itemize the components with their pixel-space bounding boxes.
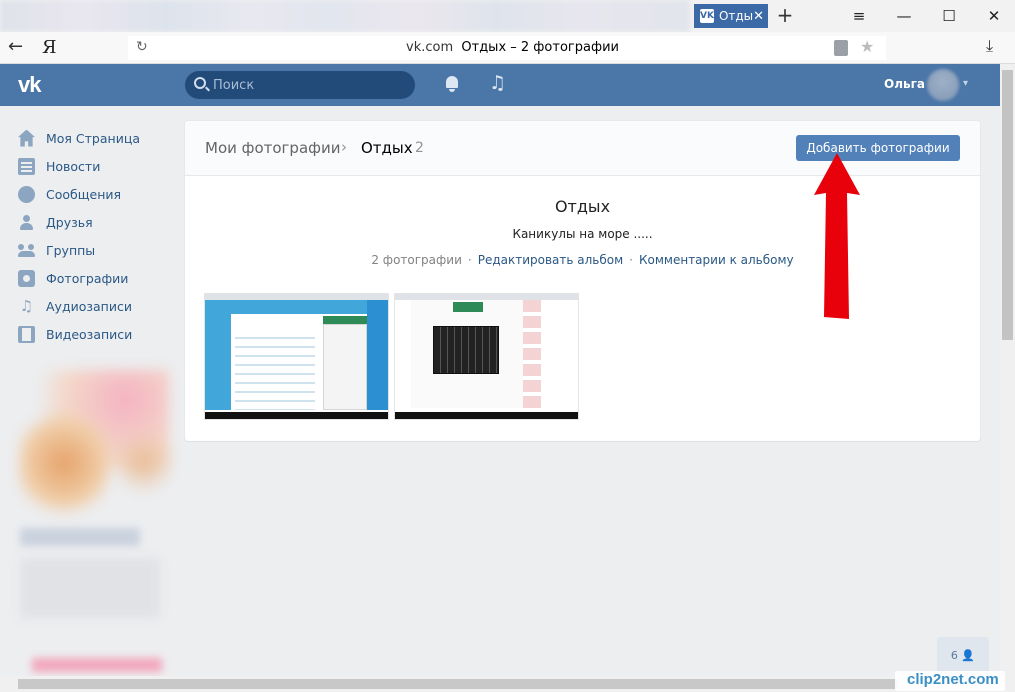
back-arrow-icon[interactable]: ← xyxy=(8,36,23,57)
meta-separator: · xyxy=(629,253,633,267)
search-box[interactable] xyxy=(185,71,415,99)
thumb-keyboard-image xyxy=(433,326,499,374)
sidebar-item-label: Фотографии xyxy=(46,270,129,286)
online-friends-badge[interactable]: 6 👤 xyxy=(937,637,989,673)
blurred-tabs xyxy=(0,0,690,32)
download-icon[interactable]: ⤓ xyxy=(986,36,993,56)
new-tab-button[interactable]: + xyxy=(774,2,796,28)
thumb-logo xyxy=(453,302,483,312)
bell-icon[interactable] xyxy=(444,76,460,92)
sidebar-item-friends[interactable]: Друзья xyxy=(18,208,168,236)
red-arrow-annotation xyxy=(814,153,860,319)
avatar[interactable] xyxy=(927,69,959,101)
address-field[interactable]: ↻ vk.com Отдых – 2 фотографии ★ xyxy=(128,36,886,60)
page-url[interactable]: vk.com Отдых – 2 фотографии xyxy=(406,40,619,55)
messages-icon xyxy=(18,185,35,203)
sidebar-item-label: Друзья xyxy=(46,214,93,230)
photo-thumbnail-2[interactable] xyxy=(394,293,579,420)
sidebar-item-messages[interactable]: Сообщения xyxy=(18,180,168,208)
url-title: Отдых – 2 фотографии xyxy=(461,40,619,55)
sidebar-item-my-page[interactable]: Моя Страница xyxy=(18,124,168,152)
vk-tab-icon: VK xyxy=(700,9,714,23)
lock-icon[interactable] xyxy=(834,40,848,56)
music-icon[interactable]: ♫ xyxy=(489,72,506,94)
edit-album-link[interactable]: Редактировать альбом xyxy=(478,253,623,267)
thumb-side-column xyxy=(323,324,367,410)
breadcrumb-separator: › xyxy=(341,138,347,156)
browser-menu-icon[interactable]: ≡ xyxy=(845,4,873,28)
sidebar-item-label: Аудиозаписи xyxy=(46,298,132,314)
search-input[interactable] xyxy=(213,77,403,93)
home-icon xyxy=(18,129,35,147)
browser-tabstrip: VK Отды ✕ + ≡ — ☐ ✕ xyxy=(0,0,1015,32)
sidebar-item-video[interactable]: Видеозаписи xyxy=(18,320,168,348)
chevron-down-icon[interactable]: ▾ xyxy=(963,78,968,89)
photos-icon xyxy=(18,269,35,287)
left-sidebar: Моя Страница Новости Сообщения Друзья Гр… xyxy=(18,124,168,348)
horizontal-scroll-thumb[interactable] xyxy=(18,679,898,689)
ad-blur-link xyxy=(32,658,162,672)
user-name[interactable]: Ольга xyxy=(884,77,925,91)
vertical-scroll-thumb[interactable] xyxy=(1002,70,1013,340)
tab-close-icon[interactable]: ✕ xyxy=(753,9,764,24)
arrow-shape xyxy=(814,153,860,319)
breadcrumb-count: 2 xyxy=(415,140,424,156)
thumb-banner xyxy=(205,300,388,314)
thumb-blue-column xyxy=(367,300,388,410)
address-bar-row: ← Я ↻ vk.com Отдых – 2 фотографии ★ ⤓ xyxy=(0,32,1015,64)
sidebar-item-label: Новости xyxy=(46,158,101,174)
audio-icon: ♫ xyxy=(19,296,34,315)
ad-blur-text xyxy=(20,528,140,546)
close-window-button[interactable]: ✕ xyxy=(980,4,1008,28)
star-icon[interactable]: ★ xyxy=(860,37,874,56)
sidebar-item-label: Сообщения xyxy=(46,186,122,202)
vk-logo[interactable]: vk xyxy=(18,72,54,98)
sidebar-item-label: Видеозаписи xyxy=(46,326,133,342)
sidebar-item-label: Группы xyxy=(46,242,96,258)
meta-separator: · xyxy=(467,253,472,267)
ad-blur-text xyxy=(20,558,160,618)
horizontal-scrollbar[interactable] xyxy=(0,676,1000,692)
active-tab-label: Отды xyxy=(718,9,754,23)
photo-count: 2 фотографии xyxy=(371,253,462,267)
watermark-text: clip2net.com xyxy=(907,671,999,688)
blurred-ad-block[interactable] xyxy=(14,368,174,672)
maximize-button[interactable]: ☐ xyxy=(935,4,963,28)
sidebar-item-news[interactable]: Новости xyxy=(18,152,168,180)
search-icon xyxy=(194,77,206,89)
groups-icon xyxy=(18,242,35,259)
thumb-article-list xyxy=(235,330,315,410)
sidebar-item-photos[interactable]: Фотографии xyxy=(18,264,168,292)
url-domain: vk.com xyxy=(406,40,454,55)
album-comments-link[interactable]: Комментарии к альбому xyxy=(639,253,794,267)
yandex-logo[interactable]: Я xyxy=(42,37,57,58)
breadcrumb-current: Отдых xyxy=(361,139,413,157)
thumb-side-ads xyxy=(523,300,541,408)
video-icon xyxy=(18,325,35,343)
minimize-button[interactable]: — xyxy=(890,4,918,28)
sidebar-item-groups[interactable]: Группы xyxy=(18,236,168,264)
vk-header: vk ♫ Ольга ▾ xyxy=(0,64,1000,106)
thumb-taskbar xyxy=(205,412,388,419)
photo-thumbnail-1[interactable] xyxy=(204,293,389,420)
reload-icon[interactable]: ↻ xyxy=(136,39,148,55)
watermark: clip2net.com xyxy=(895,671,1005,691)
thumb-taskbar xyxy=(395,412,578,419)
active-tab[interactable]: VK Отды ✕ xyxy=(694,4,768,28)
thumb-left-panel xyxy=(205,314,231,410)
vertical-scrollbar[interactable] xyxy=(1000,64,1015,692)
breadcrumb-my-photos[interactable]: Мои фотографии xyxy=(205,139,340,157)
news-icon xyxy=(18,157,35,175)
sidebar-item-label: Моя Страница xyxy=(46,130,140,146)
ad-blur-shape xyxy=(114,428,174,498)
ad-blur-shape xyxy=(19,408,109,518)
sidebar-item-audio[interactable]: ♫ Аудиозаписи xyxy=(18,292,168,320)
friends-icon xyxy=(18,214,35,231)
